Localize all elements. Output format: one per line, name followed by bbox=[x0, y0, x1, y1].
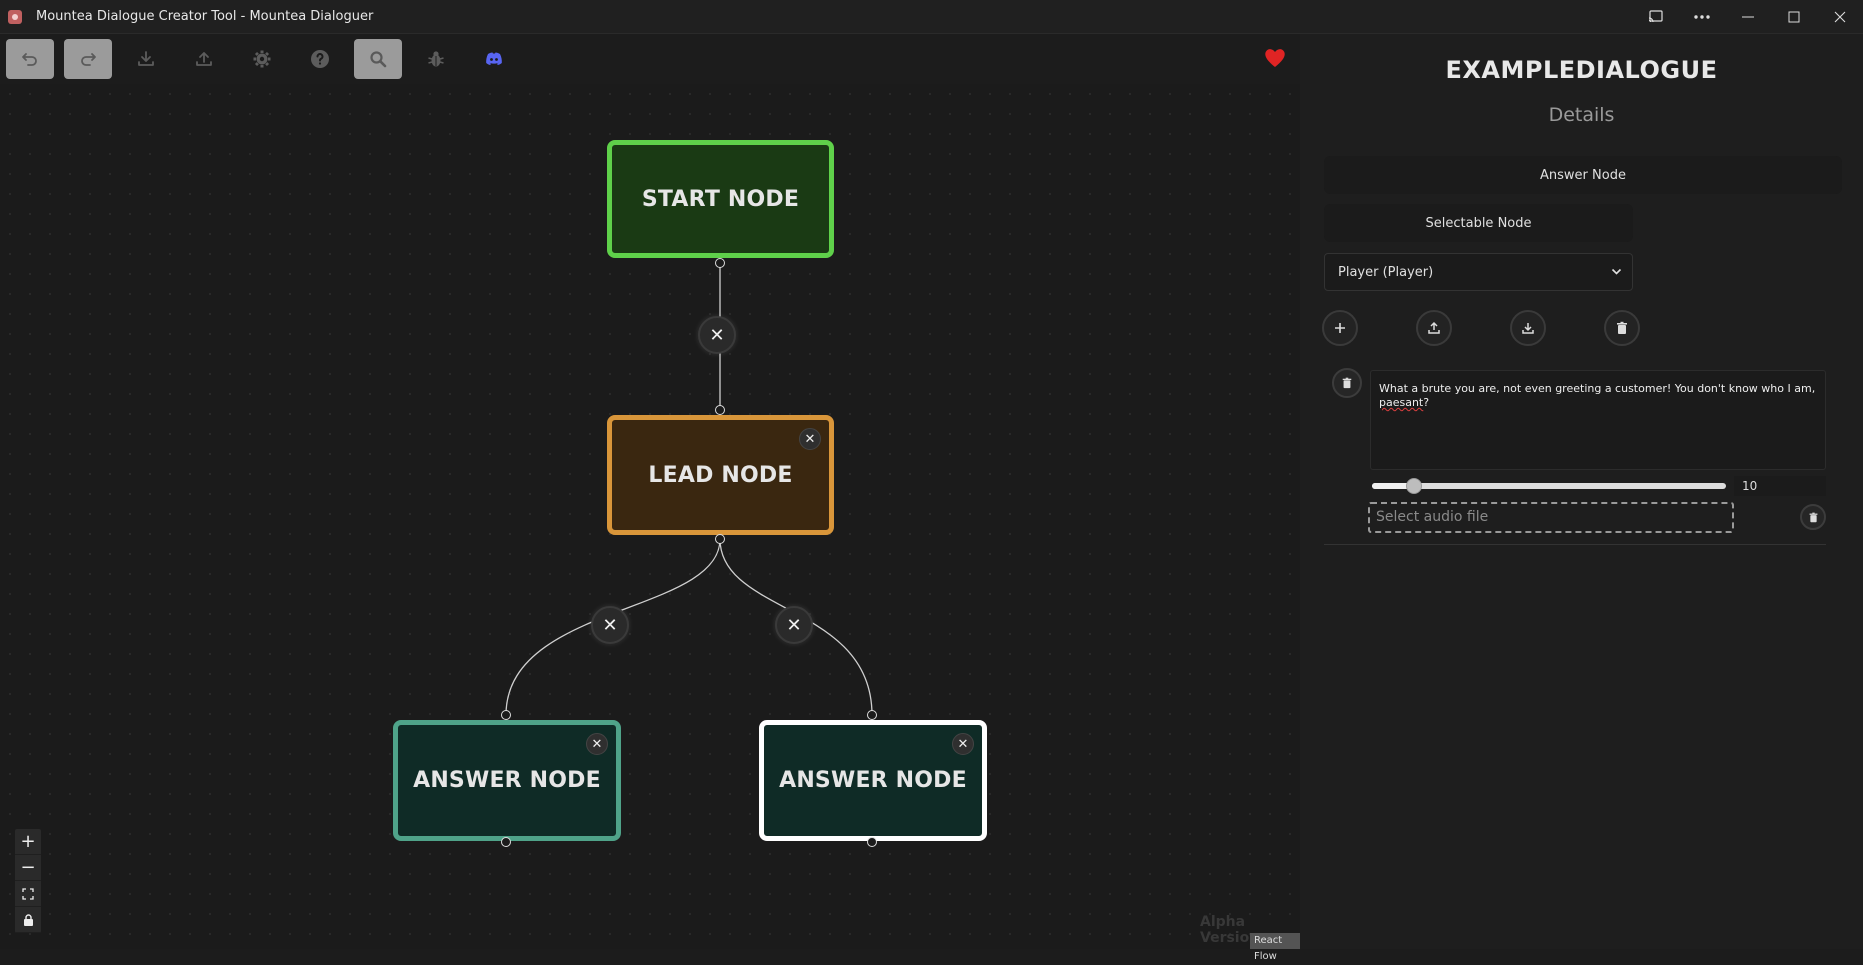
close-icon: ✕ bbox=[957, 736, 969, 752]
window-title: Mountea Dialogue Creator Tool - Mountea … bbox=[36, 9, 374, 24]
close-icon: ✕ bbox=[804, 431, 816, 447]
start-node[interactable]: START NODE bbox=[607, 140, 834, 258]
delete-row-button[interactable] bbox=[1332, 368, 1362, 398]
lead-node-out-handle[interactable] bbox=[715, 534, 725, 544]
node-label: START NODE bbox=[641, 186, 800, 212]
node-type-label: Answer Node bbox=[1540, 167, 1626, 183]
selectable-node-label: Selectable Node bbox=[1425, 215, 1532, 231]
window-controls bbox=[1633, 0, 1863, 34]
add-row-button[interactable] bbox=[1322, 310, 1358, 346]
undo-icon bbox=[22, 53, 37, 66]
row-text-end: ? bbox=[1423, 396, 1430, 409]
trash-icon bbox=[1809, 512, 1817, 522]
help-button[interactable] bbox=[296, 39, 344, 79]
delete-all-rows-button[interactable] bbox=[1604, 310, 1640, 346]
row-text: What a brute you are, not even greeting … bbox=[1379, 382, 1816, 395]
close-icon: ✕ bbox=[786, 614, 802, 636]
participant-value: Player (Player) bbox=[1338, 264, 1434, 280]
participant-select[interactable]: Player (Player) bbox=[1324, 253, 1633, 291]
answer-node-in-handle[interactable] bbox=[867, 710, 877, 720]
zoom-controls: + − bbox=[15, 829, 41, 933]
misspelled-word: paesant bbox=[1379, 396, 1424, 409]
zoom-in-button[interactable]: + bbox=[15, 829, 41, 855]
answer-node-out-handle[interactable] bbox=[501, 837, 511, 847]
node-label: LEAD NODE bbox=[648, 462, 793, 488]
node-delete-button[interactable]: ✕ bbox=[799, 428, 821, 450]
node-delete-button[interactable]: ✕ bbox=[586, 733, 608, 755]
plus-icon: + bbox=[20, 831, 36, 852]
add-icon bbox=[1335, 323, 1345, 333]
toolbar bbox=[0, 34, 1300, 84]
react-flow-attribution[interactable]: React Flow bbox=[1250, 933, 1300, 962]
minimize-button[interactable] bbox=[1725, 0, 1771, 34]
row-text-area[interactable]: What a brute you are, not even greeting … bbox=[1370, 370, 1826, 470]
edge-delete-button[interactable]: ✕ bbox=[775, 606, 813, 644]
gear-icon bbox=[253, 50, 271, 68]
answer-node[interactable]: ANSWER NODE ✕ bbox=[393, 720, 621, 841]
close-icon: ✕ bbox=[709, 324, 725, 346]
download-button[interactable] bbox=[122, 39, 170, 79]
upload-button[interactable] bbox=[180, 39, 228, 79]
lock-icon bbox=[23, 913, 33, 926]
lead-node-in-handle[interactable] bbox=[715, 405, 725, 415]
answer-node-out-handle[interactable] bbox=[867, 837, 877, 847]
answer-node-in-handle[interactable] bbox=[501, 710, 511, 720]
duration-value[interactable]: 10 bbox=[1734, 476, 1826, 496]
selectable-node-toggle[interactable]: Selectable Node bbox=[1324, 204, 1633, 242]
lead-node[interactable]: LEAD NODE ✕ bbox=[607, 415, 834, 535]
audio-placeholder: Select audio file bbox=[1376, 509, 1489, 525]
title-bar: Mountea Dialogue Creator Tool - Mountea … bbox=[0, 0, 1863, 34]
close-button[interactable] bbox=[1817, 0, 1863, 34]
help-icon bbox=[311, 50, 329, 68]
upload-icon bbox=[196, 52, 212, 66]
node-delete-button[interactable]: ✕ bbox=[952, 733, 974, 755]
search-button[interactable] bbox=[354, 39, 402, 79]
start-node-out-handle[interactable] bbox=[715, 258, 725, 268]
discord-button[interactable] bbox=[470, 39, 518, 79]
download-icon bbox=[138, 51, 154, 66]
trash-icon bbox=[1617, 321, 1627, 334]
chevron-down-icon bbox=[1611, 268, 1622, 275]
app-icon bbox=[8, 9, 22, 24]
import-rows-button[interactable] bbox=[1416, 310, 1452, 346]
node-label: ANSWER NODE bbox=[413, 768, 601, 793]
fit-view-button[interactable] bbox=[15, 881, 41, 907]
heart-icon[interactable] bbox=[1262, 45, 1288, 71]
trash-icon bbox=[1342, 377, 1352, 389]
discord-icon bbox=[486, 52, 502, 65]
more-icon[interactable] bbox=[1679, 0, 1725, 34]
export-rows-button[interactable] bbox=[1510, 310, 1546, 346]
bug-icon bbox=[428, 51, 444, 67]
audio-file-input[interactable]: Select audio file bbox=[1368, 502, 1734, 533]
undo-button[interactable] bbox=[6, 39, 54, 79]
flow-canvas[interactable]: START NODE ✕ LEAD NODE ✕ ✕ ✕ ANSWER NODE… bbox=[0, 84, 1300, 962]
edge-delete-button[interactable]: ✕ bbox=[698, 316, 736, 354]
edge-delete-button[interactable]: ✕ bbox=[591, 606, 629, 644]
zoom-out-button[interactable]: − bbox=[15, 855, 41, 881]
download-icon bbox=[1522, 323, 1534, 334]
minus-icon: − bbox=[20, 857, 36, 878]
close-icon: ✕ bbox=[602, 614, 618, 636]
settings-button[interactable] bbox=[238, 39, 286, 79]
lock-button[interactable] bbox=[15, 907, 41, 933]
fit-view-icon bbox=[22, 887, 34, 900]
close-icon: ✕ bbox=[591, 736, 603, 752]
upload-icon bbox=[1428, 321, 1440, 334]
node-type-field[interactable]: Answer Node bbox=[1324, 156, 1842, 194]
details-heading: Details bbox=[1548, 104, 1615, 126]
bug-report-button[interactable] bbox=[412, 39, 460, 79]
duration-slider[interactable] bbox=[1372, 478, 1726, 494]
answer-node-selected[interactable]: ANSWER NODE ✕ bbox=[759, 720, 987, 841]
redo-button[interactable] bbox=[64, 39, 112, 79]
node-label: ANSWER NODE bbox=[779, 768, 967, 793]
details-panel: EXAMPLEDIALOGUE Details Answer Node Sele… bbox=[1300, 34, 1863, 949]
maximize-button[interactable] bbox=[1771, 0, 1817, 34]
delete-audio-button[interactable] bbox=[1800, 504, 1826, 530]
redo-icon bbox=[81, 53, 96, 66]
slider-thumb[interactable] bbox=[1406, 478, 1422, 494]
dialogue-name: EXAMPLEDIALOGUE bbox=[1445, 56, 1718, 84]
cast-icon[interactable] bbox=[1633, 0, 1679, 34]
row-divider bbox=[1324, 544, 1826, 545]
search-icon bbox=[370, 51, 387, 68]
